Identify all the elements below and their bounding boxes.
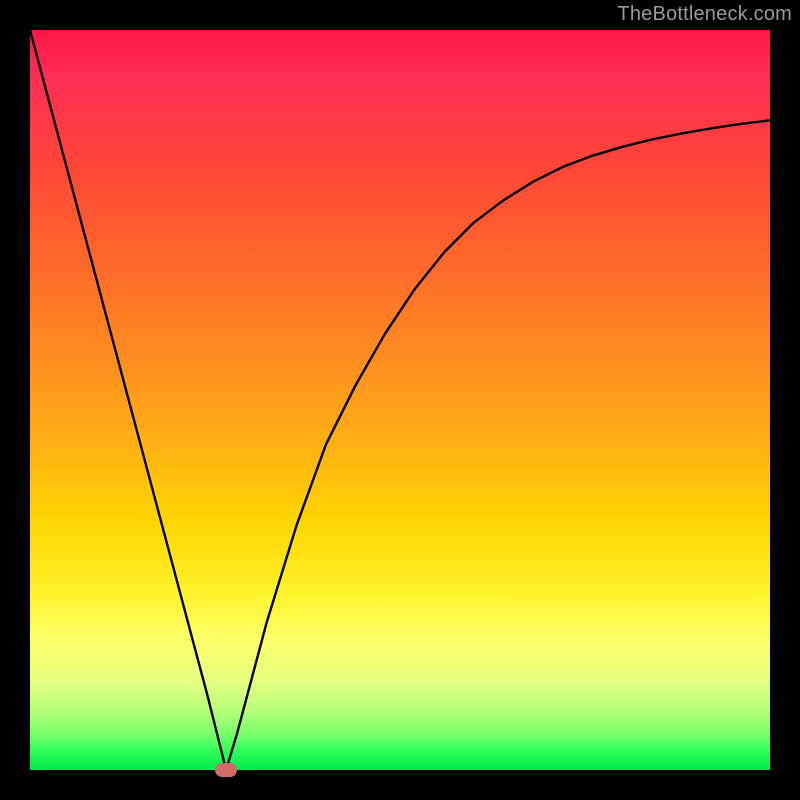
bottleneck-curve-path bbox=[30, 30, 770, 770]
plot-area bbox=[30, 30, 770, 770]
chart-frame: TheBottleneck.com bbox=[0, 0, 800, 800]
min-marker bbox=[215, 763, 237, 777]
curve-svg bbox=[30, 30, 770, 770]
watermark-text: TheBottleneck.com bbox=[617, 3, 792, 26]
